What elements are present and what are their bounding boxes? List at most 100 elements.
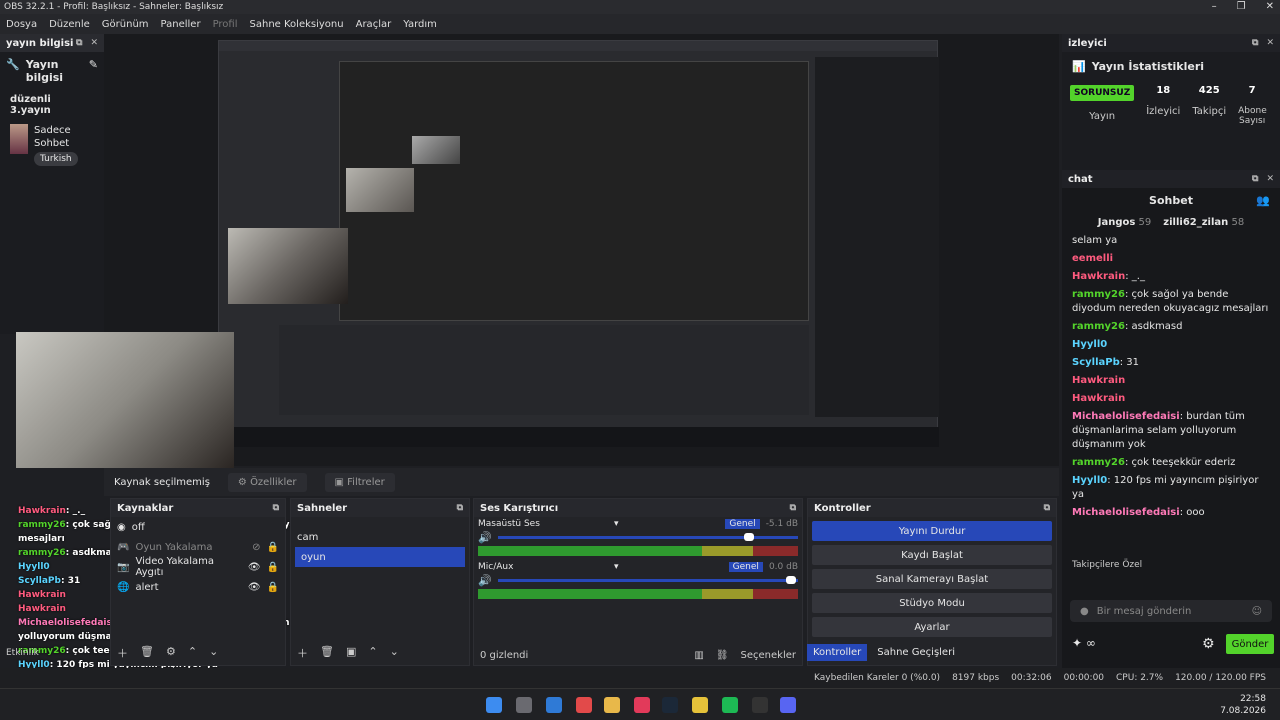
float-icon[interactable]: ⧉	[1044, 503, 1050, 513]
chat-username[interactable]: Hawkrain	[1072, 271, 1125, 282]
tag-badge[interactable]: Turkish	[34, 152, 78, 166]
menu-dosya[interactable]: Dosya	[6, 19, 37, 30]
float-icon[interactable]: ⧉	[1252, 174, 1258, 184]
layout-icon[interactable]: ▥	[694, 650, 703, 661]
float-icon[interactable]: ⧉	[273, 503, 279, 513]
task-view-icon[interactable]	[516, 697, 532, 713]
chat-username[interactable]: ScyllaPb	[1072, 357, 1120, 368]
etkinlik-label[interactable]: Etkinlik	[6, 648, 39, 658]
top-user-score: 58	[1231, 217, 1245, 228]
float-icon[interactable]: ⧉	[790, 503, 796, 513]
close-icon[interactable]: ✕	[90, 38, 98, 48]
eye-icon[interactable]: 👁	[248, 562, 261, 573]
menu-paneller[interactable]: Paneller	[161, 19, 201, 30]
stop-stream-button[interactable]: Yayını Durdur	[812, 521, 1052, 541]
menu-gorunum[interactable]: Görünüm	[102, 19, 149, 30]
eye-icon[interactable]: 👁	[248, 582, 261, 593]
float-icon[interactable]: ⧉	[76, 38, 82, 48]
chat-messages: selam ya eemelli Hawkrain: _._ rammy26: çok…	[1062, 232, 1280, 522]
scene-item-selected[interactable]: oyun	[295, 547, 465, 567]
chat-message: rammy26: çok teeşekkür ederiz	[1062, 454, 1280, 472]
up-icon[interactable]: ⌃	[368, 645, 377, 661]
minimize-icon[interactable]: –	[1212, 0, 1217, 14]
gear-icon[interactable]: ⚙	[166, 645, 176, 661]
discord-icon[interactable]	[780, 697, 796, 713]
chrome-icon[interactable]	[692, 697, 708, 713]
speaker-icon[interactable]: 🔊	[478, 574, 492, 587]
emote-icon[interactable]: ●	[1080, 606, 1089, 617]
folder-icon[interactable]	[604, 697, 620, 713]
chat-username[interactable]: Hyyll0	[1072, 339, 1107, 350]
studio-mode-button[interactable]: Stüdyo Modu	[812, 593, 1052, 613]
edit-icon[interactable]: ✎	[89, 58, 98, 84]
options-button[interactable]: Seçenekler	[741, 650, 796, 661]
float-icon[interactable]: ⧉	[457, 503, 463, 513]
menu-duzenle[interactable]: Düzenle	[49, 19, 90, 30]
lock-icon[interactable]: 🔒	[267, 582, 279, 593]
down-icon[interactable]: ⌄	[390, 645, 399, 661]
add-icon[interactable]: ＋	[117, 645, 128, 661]
chat-input[interactable]: Bir mesaj gönderin	[1097, 606, 1244, 617]
maximize-icon[interactable]: ❐	[1237, 0, 1246, 14]
close-icon[interactable]: ✕	[1266, 38, 1274, 48]
dropdown-icon[interactable]: ▾	[614, 519, 619, 529]
volume-slider[interactable]	[497, 576, 798, 584]
settings-button[interactable]: Ayarlar	[812, 617, 1052, 637]
filters-button[interactable]: ▣ Filtreler	[324, 472, 395, 492]
close-icon[interactable]: ✕	[1266, 0, 1274, 14]
windows-start-icon[interactable]	[486, 697, 502, 713]
chat-message: eemelli	[1062, 250, 1280, 268]
chat-username[interactable]: Michaelolisefedaisi	[1072, 411, 1180, 422]
clock[interactable]: 22:58 7.08.2026	[1220, 693, 1266, 717]
tab-sahne-gecisleri[interactable]: Sahne Geçişleri	[871, 644, 961, 661]
chat-username[interactable]: Michaelolisefedaisi	[1072, 507, 1180, 518]
menu-araclar[interactable]: Araçlar	[356, 19, 392, 30]
youtube-icon[interactable]	[576, 697, 592, 713]
hidden-eye-icon[interactable]: ⊘	[252, 542, 260, 553]
source-item[interactable]: 🌐 alert 👁 🔒	[111, 577, 285, 597]
trash-icon[interactable]: 🗑	[320, 645, 334, 661]
start-record-button[interactable]: Kaydı Başlat	[812, 545, 1052, 565]
properties-button[interactable]: ⚙ Özellikler	[227, 472, 307, 492]
chat-username[interactable]: rammy26	[1072, 289, 1125, 300]
media-icon[interactable]	[634, 697, 650, 713]
chat-tools-icon[interactable]: ✦ ∞	[1072, 636, 1096, 650]
float-icon[interactable]: ⧉	[1252, 38, 1258, 48]
menu-sahne-koleksiyonu[interactable]: Sahne Koleksiyonu	[250, 19, 344, 30]
dropdown-icon[interactable]: ▾	[614, 562, 619, 572]
add-icon[interactable]: ＋	[297, 645, 308, 661]
chat-text: : _._	[1125, 271, 1145, 282]
emoji-icon[interactable]: ☺	[1252, 606, 1262, 617]
volume-slider[interactable]	[497, 533, 798, 541]
obs-icon[interactable]	[752, 697, 768, 713]
steam-icon[interactable]	[662, 697, 678, 713]
spotify-icon[interactable]	[722, 697, 738, 713]
trash-icon[interactable]: 🗑	[140, 645, 154, 661]
send-button[interactable]: Gönder	[1226, 634, 1274, 654]
close-icon[interactable]: ✕	[1266, 174, 1274, 184]
filter-icon[interactable]: ▣	[346, 645, 356, 661]
lock-icon[interactable]: 🔒	[267, 542, 279, 553]
menu-profil[interactable]: Profil	[213, 19, 238, 30]
chat-username[interactable]: rammy26	[1072, 321, 1125, 332]
gear-icon[interactable]: ⚙	[1202, 636, 1215, 652]
virtual-camera-button[interactable]: Sanal Kamerayı Başlat	[812, 569, 1052, 589]
chat-username[interactable]: rammy26	[1072, 457, 1125, 468]
chat-username[interactable]: Hawkrain	[1072, 393, 1125, 404]
link-icon[interactable]: ⛓	[716, 650, 729, 661]
menu-yardim[interactable]: Yardım	[403, 19, 437, 30]
chat-username[interactable]: eemelli	[1072, 253, 1113, 264]
edge-icon[interactable]	[546, 697, 562, 713]
down-icon[interactable]: ⌄	[209, 645, 218, 661]
speaker-icon[interactable]: 🔊	[478, 531, 492, 544]
source-item[interactable]: 📷 Video Yakalama Aygıtı 👁 🔒	[111, 556, 285, 578]
chat-username[interactable]: Hyyll0	[1072, 475, 1107, 486]
up-icon[interactable]: ⌃	[188, 645, 197, 661]
source-item[interactable]: ◉ off	[111, 517, 285, 537]
scene-item[interactable]: cam	[291, 527, 469, 547]
users-icon[interactable]: 👥	[1256, 194, 1270, 207]
chat-username[interactable]: Hawkrain	[1072, 375, 1125, 386]
tab-kontroller[interactable]: Kontroller	[807, 644, 868, 661]
source-item[interactable]: 🎮 Oyun Yakalama ⊘ 🔒	[111, 537, 285, 557]
lock-icon[interactable]: 🔒	[267, 562, 279, 573]
